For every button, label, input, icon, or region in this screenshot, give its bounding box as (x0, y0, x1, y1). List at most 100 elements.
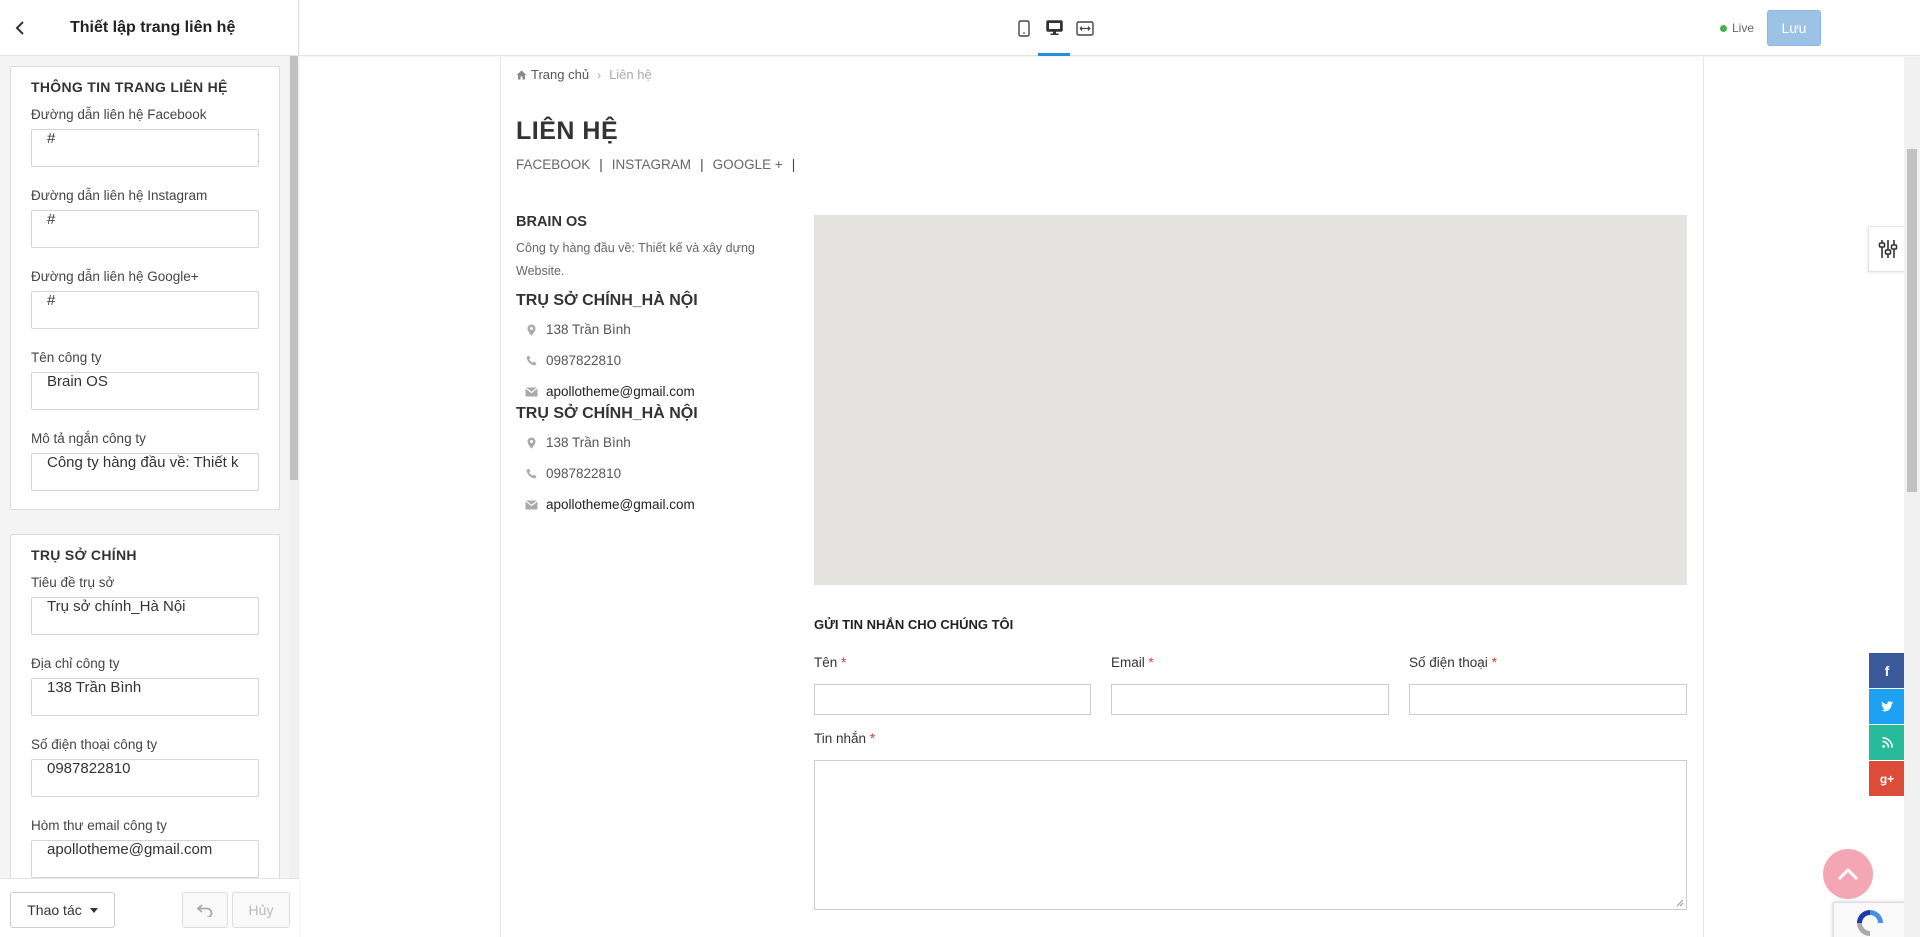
desktop-view-button[interactable] (1038, 0, 1070, 56)
company-address-input[interactable]: 138 Trần Bình (31, 678, 259, 716)
desktop-icon (1045, 20, 1063, 35)
message-textarea[interactable] (814, 760, 1687, 910)
name-input[interactable] (814, 684, 1091, 715)
live-status: Live (1720, 21, 1754, 35)
email-label: Email * (1111, 655, 1154, 670)
email-text: apollotheme@gmail.com (546, 384, 695, 399)
map-placeholder[interactable] (814, 215, 1687, 585)
office-title: TRỤ SỞ CHÍNH_HÀ NỘI (516, 292, 698, 309)
google-plus-icon: g+ (1879, 771, 1895, 786)
back-button[interactable] (0, 0, 40, 56)
company-name-label: Tên công ty (31, 350, 102, 365)
panel-title: TRỤ SỞ CHÍNH (31, 547, 137, 563)
office-address: 138 Trần Bình (516, 427, 806, 458)
fullwidth-icon (1076, 20, 1094, 36)
sidebar-scroll-area: THÔNG TIN TRANG LIÊN HỆ Đường dẫn liên h… (0, 56, 299, 878)
preview-scrollbar-thumb[interactable] (1907, 149, 1917, 492)
page-title: LIÊN HỆ (516, 117, 619, 145)
company-phone-input[interactable]: 0987822810 (31, 759, 259, 797)
actions-label: Thao tác (27, 902, 82, 918)
phone-icon (526, 355, 536, 366)
page-preview: Trang chủ › Liên hệ LIÊN HỆ FACEBOOK | I… (300, 57, 1920, 937)
office-phone: 0987822810 (516, 458, 806, 489)
headquarters-panel: TRỤ SỞ CHÍNH Tiêu đề trụ sở Trụ sở chính… (10, 534, 280, 878)
address-text: 138 Trần Bình (546, 435, 631, 450)
email-label-text: Email (1111, 655, 1145, 670)
google-plus-link[interactable]: GOOGLE + (713, 157, 783, 172)
company-description-label: Mô tả ngắn công ty (31, 431, 146, 446)
office-phone: 0987822810 (516, 345, 806, 376)
twitter-icon (1880, 701, 1893, 712)
undo-button[interactable] (182, 892, 228, 928)
company-description-input[interactable]: Công ty hàng đầu về: Thiết k (31, 453, 259, 491)
instagram-link[interactable]: INSTAGRAM (612, 157, 691, 172)
required-mark: * (1491, 655, 1497, 670)
phone-label-text: Số điện thoại (1409, 655, 1488, 670)
message-label: Tin nhắn * (814, 731, 875, 746)
back-to-top-button[interactable] (1823, 849, 1873, 899)
office-block: TRỤ SỞ CHÍNH_HÀ NỘI 138 Trần Bình 098782… (516, 405, 806, 520)
instagram-link-label: Đường dẫn liên hệ Instagram (31, 188, 208, 203)
cancel-button[interactable]: Hủy (232, 892, 290, 928)
sidebar-footer: Thao tác Hủy (0, 878, 299, 937)
phone-icon (526, 468, 536, 479)
office-email: apollotheme@gmail.com (516, 376, 806, 407)
office-address: 138 Trần Bình (516, 314, 806, 345)
chevron-up-icon (1837, 867, 1859, 881)
save-button[interactable]: Lưu (1767, 10, 1821, 46)
actions-dropdown[interactable]: Thao tác (10, 892, 115, 928)
envelope-icon (524, 499, 538, 509)
address-text: 138 Trần Bình (546, 322, 631, 337)
company-email-label: Hòm thư email công ty (31, 818, 167, 833)
tablet-view-button[interactable] (1008, 0, 1040, 56)
breadcrumb: Trang chủ › Liên hệ (516, 67, 652, 82)
breadcrumb-current: Liên hệ (609, 67, 652, 82)
required-mark: * (869, 731, 876, 746)
facebook-share-button[interactable]: f (1869, 653, 1905, 688)
instagram-link-input[interactable]: # (31, 210, 259, 248)
breadcrumb-separator: › (597, 67, 602, 82)
google-plus-share-button[interactable]: g+ (1869, 761, 1905, 796)
envelope-icon (524, 386, 538, 396)
preview-scrollbar[interactable] (1904, 57, 1920, 937)
twitter-share-button[interactable] (1869, 689, 1905, 724)
phone-input[interactable] (1409, 684, 1687, 715)
office-title-label: Tiêu đề trụ sở (31, 575, 115, 590)
recaptcha-badge[interactable] (1833, 902, 1905, 937)
facebook-link-input[interactable]: # (31, 129, 259, 167)
panel-title: THÔNG TIN TRANG LIÊN HỆ (31, 79, 228, 95)
office-block: TRỤ SỞ CHÍNH_HÀ NỘI 138 Trần Bình 098782… (516, 292, 806, 407)
tablet-icon (1018, 19, 1030, 37)
social-links: FACEBOOK | INSTAGRAM | GOOGLE + | (516, 157, 795, 172)
resize-handle-icon[interactable] (1676, 899, 1684, 907)
theme-panel-toggle[interactable] (1868, 226, 1906, 272)
sidebar-header: Thiết lập trang liên hệ (0, 0, 298, 56)
google-plus-link-label: Đường dẫn liên hệ Google+ (31, 269, 199, 284)
company-email-input[interactable]: apollotheme@gmail.com (31, 840, 259, 878)
google-plus-link-input[interactable]: # (31, 291, 259, 329)
office-title-input[interactable]: Trụ sở chính_Hà Nội (31, 597, 259, 635)
sidebar-scrollbar[interactable] (289, 56, 299, 878)
chevron-left-icon (15, 20, 24, 35)
company-name: BRAIN OS (516, 214, 587, 230)
company-phone-label: Số điện thoại công ty (31, 737, 158, 752)
breadcrumb-home[interactable]: Trang chủ (516, 67, 589, 82)
name-label-text: Tên (814, 655, 838, 670)
required-mark: * (841, 655, 847, 670)
rss-share-button[interactable] (1869, 725, 1905, 760)
breadcrumb-home-label: Trang chủ (531, 67, 590, 82)
caret-down-icon (89, 907, 98, 913)
fullwidth-view-button[interactable] (1069, 0, 1101, 56)
email-text: apollotheme@gmail.com (546, 497, 695, 512)
company-name-input[interactable]: Brain OS (31, 372, 259, 410)
live-dot-icon (1720, 24, 1727, 32)
sidebar-scrollbar-thumb[interactable] (290, 56, 298, 480)
facebook-link[interactable]: FACEBOOK (516, 157, 590, 172)
divider: | (791, 157, 796, 172)
settings-sidebar: Thiết lập trang liên hệ THÔNG TIN TRANG … (0, 0, 299, 937)
editor-topbar: Live Lưu (300, 0, 1920, 56)
email-input[interactable] (1111, 684, 1389, 715)
live-label: Live (1732, 21, 1755, 35)
undo-icon (197, 904, 213, 917)
recaptcha-icon (1857, 910, 1883, 936)
